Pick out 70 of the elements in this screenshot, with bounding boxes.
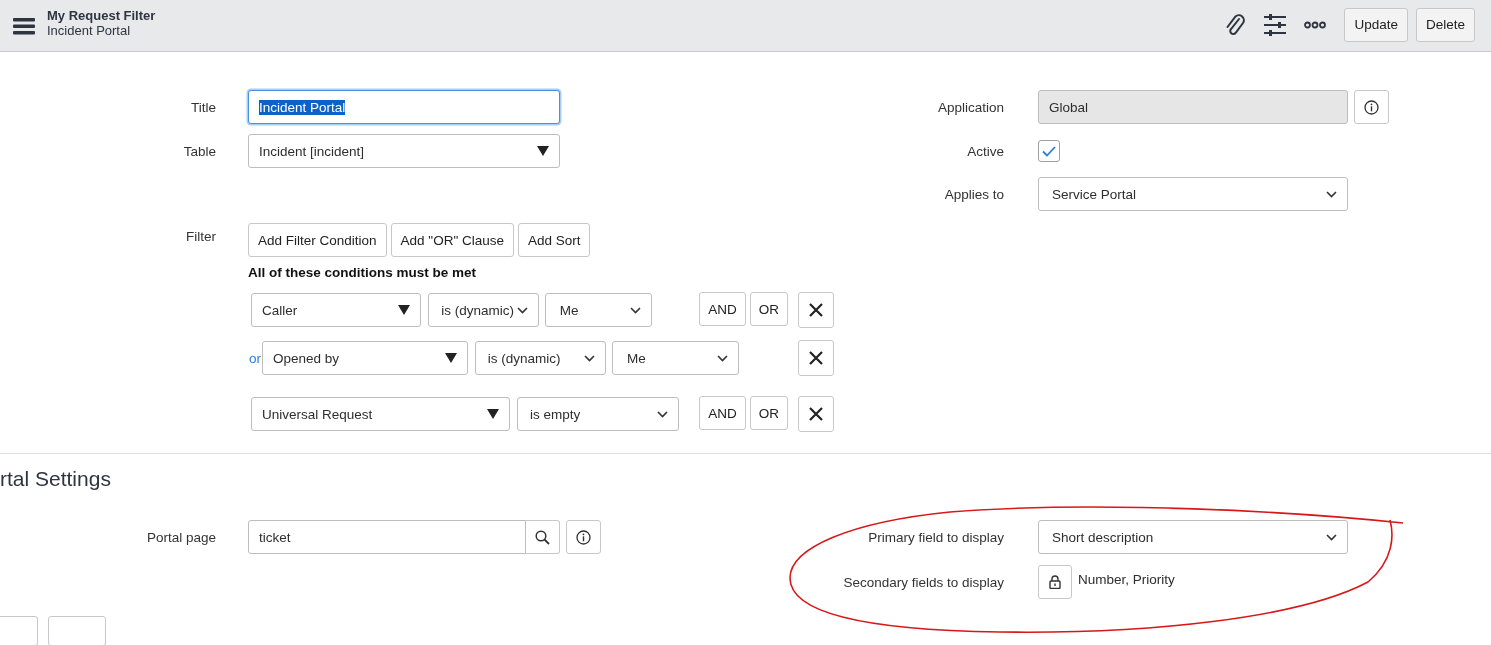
field-value: Incident Portal	[259, 99, 346, 115]
header-button[interactable]: Update	[1344, 7, 1408, 42]
field-label: Secondary fields to display	[842, 574, 1004, 590]
field-label: Title	[190, 99, 216, 115]
field-label: Portal page	[145, 529, 216, 545]
sliders-icon[interactable]	[1264, 13, 1287, 36]
menu-icon[interactable]	[13, 16, 35, 35]
header-button[interactable]: Delete	[1415, 7, 1475, 42]
operator-dropdown[interactable]: is (dynamic)	[474, 341, 606, 375]
table-dropdown[interactable]: Incident [incident]	[248, 134, 560, 168]
field-value: Number, Priority	[1078, 572, 1175, 587]
or-label: or	[249, 350, 262, 366]
info-button[interactable]	[566, 520, 601, 554]
caret-icon	[537, 146, 549, 156]
paperclip-icon[interactable]	[1224, 12, 1247, 37]
form-title: My Request Filter	[47, 7, 156, 23]
application-field: Global	[1038, 90, 1348, 124]
field-dropdown[interactable]: Caller	[251, 293, 422, 327]
field-label: Application	[936, 99, 1004, 115]
field-label: Active	[966, 143, 1004, 159]
chevron-down-icon	[516, 306, 528, 314]
filter-summary: All of these conditions must be met	[248, 265, 478, 280]
field-label: Applies to	[943, 186, 1004, 202]
chevron-down-icon	[657, 410, 669, 418]
caret-icon	[487, 409, 499, 419]
operator-dropdown[interactable]: is (dynamic)	[428, 293, 539, 327]
section-heading: rtal Settings	[0, 466, 112, 492]
chevron-down-icon	[1326, 533, 1337, 541]
chevron-down-icon	[717, 354, 728, 362]
operator-dropdown[interactable]: is empty	[517, 397, 680, 431]
close-icon	[809, 351, 823, 365]
remove-condition-button[interactable]	[798, 340, 834, 376]
condition-button[interactable]: OR	[749, 396, 788, 430]
close-icon	[809, 303, 823, 317]
active-checkbox[interactable]	[1038, 140, 1060, 162]
info-button[interactable]	[1354, 90, 1389, 124]
info-icon	[576, 529, 591, 545]
value-dropdown[interactable]: Me	[544, 293, 653, 327]
filter-button[interactable]: Add Filter Condition	[248, 223, 387, 257]
caret-icon	[444, 353, 457, 363]
title-field[interactable]: Incident Portal	[248, 90, 560, 124]
applies-to-dropdown[interactable]: Service Portal	[1038, 177, 1348, 211]
lock-button[interactable]	[1038, 565, 1072, 599]
caret-icon	[398, 305, 411, 315]
search-icon	[535, 529, 550, 545]
chevron-down-icon	[1326, 190, 1337, 198]
field-label: Table	[182, 143, 216, 159]
condition-button[interactable]: OR	[749, 292, 788, 326]
lock-icon	[1049, 575, 1061, 589]
field-label: Filter	[185, 229, 216, 244]
field-dropdown[interactable]: Opened by	[262, 341, 468, 375]
remove-condition-button[interactable]	[798, 396, 834, 432]
info-icon	[1364, 99, 1379, 115]
condition-button[interactable]: AND	[699, 396, 746, 430]
primary-field-dropdown[interactable]: Short description	[1038, 520, 1348, 554]
search-button[interactable]	[525, 520, 560, 554]
more-options-icon[interactable]	[1304, 20, 1327, 29]
filter-button[interactable]: Add "OR" Clause	[390, 223, 514, 257]
chevron-down-icon	[583, 354, 595, 362]
chevron-down-icon	[630, 306, 642, 314]
checkmark-icon	[1042, 145, 1056, 157]
field-dropdown[interactable]: Universal Request	[251, 397, 510, 431]
filter-button[interactable]: Add Sort	[517, 223, 591, 257]
field-label: Primary field to display	[867, 529, 1004, 545]
record-name: Incident Portal	[47, 22, 132, 38]
portal-page-field[interactable]: ticket	[248, 520, 526, 554]
remove-condition-button[interactable]	[798, 292, 834, 328]
condition-button[interactable]: AND	[699, 292, 746, 326]
close-icon	[809, 407, 823, 421]
value-dropdown[interactable]: Me	[611, 341, 739, 375]
